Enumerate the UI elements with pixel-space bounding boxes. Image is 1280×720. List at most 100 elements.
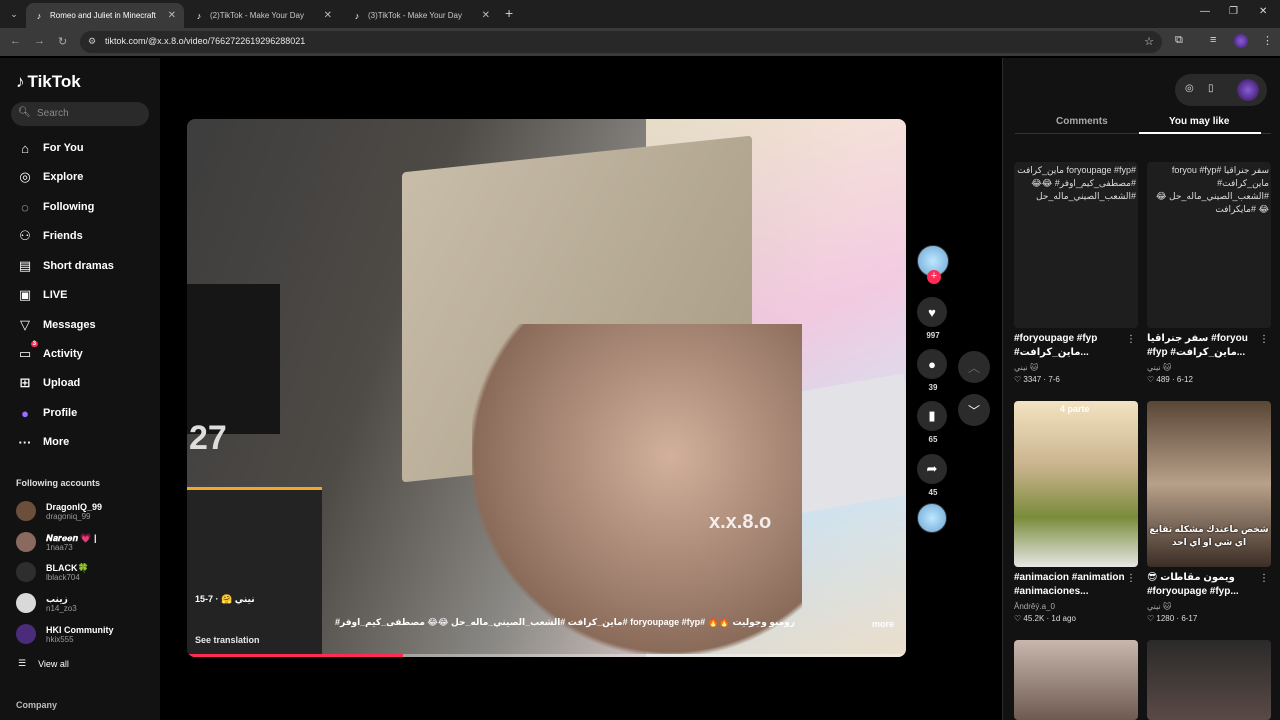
sidebar-item-live[interactable]: ▣ LIVE xyxy=(16,284,68,306)
user-avatar[interactable] xyxy=(1237,79,1259,101)
video-player[interactable]: 27 x.x.8.o نيني 🤗 · 7-15 رومبو وجوليت 🔥🔥… xyxy=(187,119,906,657)
previous-video-button[interactable]: ︿ xyxy=(958,351,990,383)
sidebar-item-profile[interactable]: ● Profile xyxy=(16,402,77,424)
profile-icon: ● xyxy=(21,405,29,421)
following-account[interactable]: DragonIQ_99 dragoniq_99 xyxy=(16,498,102,524)
like-button[interactable]: ♥ 997 xyxy=(917,297,949,340)
card-user[interactable]: نيني 🐱 xyxy=(1147,602,1271,611)
back-icon[interactable]: ← xyxy=(10,35,21,47)
sidebar-item-label: Upload xyxy=(43,377,81,389)
video-thumbnail[interactable] xyxy=(1147,640,1271,720)
following-account[interactable]: 𝑵𝒂𝒓𝒆𝒆𝒏 💗 | 1naa73 xyxy=(16,529,97,555)
following-account[interactable]: BLACK🍀 lblack704 xyxy=(16,559,89,585)
sidebar-item-activity[interactable]: ▭ 3 Activity xyxy=(16,341,83,365)
browser-menu-icon[interactable]: ⋮ xyxy=(1262,34,1273,47)
video-thumbnail[interactable]: 4 parte xyxy=(1014,401,1138,567)
new-tab-icon[interactable]: + xyxy=(505,5,513,21)
tiktok-logo[interactable]: ♪ TikTok xyxy=(16,72,81,92)
tiktok-favicon-icon: ♪ xyxy=(354,10,360,21)
close-tab-icon[interactable]: ✕ xyxy=(168,10,176,21)
thumbnail-alt-text: سفر جنراقيا #foryou #fyp ماين_كرافت# #ال… xyxy=(1156,165,1269,214)
card-user[interactable]: Ăndrěý.a_0 xyxy=(1014,602,1138,611)
follow-plus-icon[interactable]: + xyxy=(927,270,941,284)
recommended-video-card[interactable]: #foryoupage #fyp ماين_كرافت #مصطفى_كيم_ا… xyxy=(1014,162,1138,384)
following-accounts-heading: Following accounts xyxy=(16,478,101,488)
sidebar-item-for-you[interactable]: ⌂ For You xyxy=(16,137,83,159)
tab-comments[interactable]: Comments xyxy=(1056,116,1108,127)
caption-more-button[interactable]: more xyxy=(872,619,894,629)
save-button[interactable]: ▮ 65 xyxy=(917,401,949,444)
sidebar-item-following[interactable]: ◌ Following xyxy=(16,196,94,218)
video-feed: 27 x.x.8.o نيني 🤗 · 7-15 رومبو وجوليت 🔥🔥… xyxy=(160,58,1002,720)
following-icon: ◌ xyxy=(21,199,29,215)
minimize-icon[interactable]: — xyxy=(1200,6,1210,17)
sidebar-item-explore[interactable]: ◎ Explore xyxy=(16,166,83,188)
following-account[interactable]: HKI Community hkix555 xyxy=(16,621,114,647)
close-tab-icon[interactable]: ✕ xyxy=(324,10,332,21)
more-options-icon[interactable]: ⋮ xyxy=(1259,573,1269,584)
sidebar-item-label: Friends xyxy=(43,230,83,242)
sidebar-item-friends[interactable]: ⚇ Friends xyxy=(16,225,83,247)
video-hand xyxy=(472,324,802,654)
active-tab-indicator xyxy=(1139,132,1261,134)
reload-icon[interactable]: ↻ xyxy=(58,35,67,48)
activity-badge: 3 xyxy=(30,341,38,347)
device-icon[interactable]: ▯ xyxy=(1208,83,1214,94)
browser-tab-3[interactable]: ♪ (3)TikTok - Make Your Day ✕ xyxy=(344,3,498,28)
extensions-icon[interactable]: ⧉ xyxy=(1175,34,1183,47)
card-user[interactable]: نيني 🐱 xyxy=(1014,363,1138,372)
more-options-icon[interactable]: ⋮ xyxy=(1126,573,1136,584)
more-options-icon[interactable]: ⋮ xyxy=(1259,334,1269,345)
sidebar-item-upload[interactable]: ⊞ Upload xyxy=(16,372,81,394)
browser-tab-2[interactable]: ♪ (2)TikTok - Make Your Day ✕ xyxy=(186,3,340,28)
maximize-icon[interactable]: ❐ xyxy=(1229,6,1238,17)
browser-tab-1[interactable]: ♪ Romeo and Juliet in Minecraft ✕ xyxy=(26,3,184,28)
search-input[interactable]: 🔍︎ Search xyxy=(11,102,149,126)
company-heading[interactable]: Company xyxy=(16,700,57,710)
video-thumbnail[interactable]: سفر جنراقيا #foryou #fyp ماين_كرافت# #ال… xyxy=(1147,162,1271,328)
bookmark-star-icon[interactable]: ☆ xyxy=(1144,35,1154,48)
tab-you-may-like[interactable]: You may like xyxy=(1169,116,1229,127)
close-tab-icon[interactable]: ✕ xyxy=(482,10,490,21)
sidebar-item-messages[interactable]: ▽ Messages xyxy=(16,314,96,336)
video-thumbnail[interactable]: #foryoupage #fyp ماين_كرافت #مصطفى_كيم_ا… xyxy=(1014,162,1138,328)
recommended-video-card[interactable]: 4 parte ⋮ #animacion #animation #animaci… xyxy=(1014,401,1138,623)
card-stats: ♡ 3347 · 7-6 xyxy=(1014,375,1060,384)
comment-button[interactable]: ● 39 xyxy=(917,349,949,392)
recommended-video-card[interactable]: سفر جنراقيا #foryou #fyp ماين_كرافت# #ال… xyxy=(1147,162,1271,384)
sound-avatar[interactable] xyxy=(917,503,947,533)
account-handle: dragoniq_99 xyxy=(46,511,91,521)
creator-avatar[interactable]: + xyxy=(917,245,949,284)
view-all-link[interactable]: ☰ View all xyxy=(18,658,69,669)
thumbnail-alt-text: #foryoupage #fyp ماين_كرافت #مصطفى_كيم_ا… xyxy=(1017,165,1136,201)
video-thumbnail[interactable]: شخص ماعندك مشكله تقايع اي شي او اي احد xyxy=(1147,401,1271,567)
following-account[interactable]: زينب n14_zo3 xyxy=(16,590,77,616)
compass-icon[interactable]: ◎ xyxy=(1185,83,1194,94)
forward-icon[interactable]: → xyxy=(34,35,45,47)
video-progress-bar[interactable] xyxy=(187,654,906,657)
card-stats: ♡ 489 · 6-12 xyxy=(1147,375,1193,384)
video-author-meta[interactable]: نيني 🤗 · 7-15 xyxy=(195,594,255,605)
card-likes: 3347 xyxy=(1023,375,1042,384)
recommended-video-card[interactable] xyxy=(1014,640,1138,720)
see-translation-link[interactable]: See translation xyxy=(195,635,260,645)
sidebar-item-short-dramas[interactable]: ▤ Short dramas xyxy=(16,255,114,277)
site-info-icon[interactable]: ⚙ xyxy=(88,36,96,47)
sidebar-item-label: Explore xyxy=(43,171,84,183)
card-user[interactable]: نيني 🐱 xyxy=(1147,363,1271,372)
next-video-button[interactable]: ﹀ xyxy=(958,394,990,426)
url-field[interactable]: ⚙ tiktok.com/@x.x.8.o/video/766272261929… xyxy=(80,31,1162,53)
view-all-label: View all xyxy=(38,658,69,669)
recommended-video-card[interactable]: شخص ماعندك مشكله تقايع اي شي او اي احد ⋮… xyxy=(1147,401,1271,623)
video-thumbnail[interactable] xyxy=(1014,640,1138,720)
close-window-icon[interactable]: ✕ xyxy=(1259,6,1267,17)
share-button[interactable]: ➦ 45 xyxy=(917,454,949,497)
more-options-icon[interactable]: ⋮ xyxy=(1126,334,1136,345)
card-title: سفر جنراقيا #foryou #fyp #ماين_كرافت... xyxy=(1147,333,1248,358)
sidebar-item-more[interactable]: ··· More xyxy=(16,431,70,453)
browser-profile-avatar[interactable] xyxy=(1234,34,1248,48)
recommended-video-card[interactable] xyxy=(1147,640,1271,720)
media-control-icon[interactable]: ≡ xyxy=(1210,34,1216,46)
search-placeholder: Search xyxy=(37,108,69,119)
tab-search-icon[interactable]: ⌄ xyxy=(6,6,22,22)
